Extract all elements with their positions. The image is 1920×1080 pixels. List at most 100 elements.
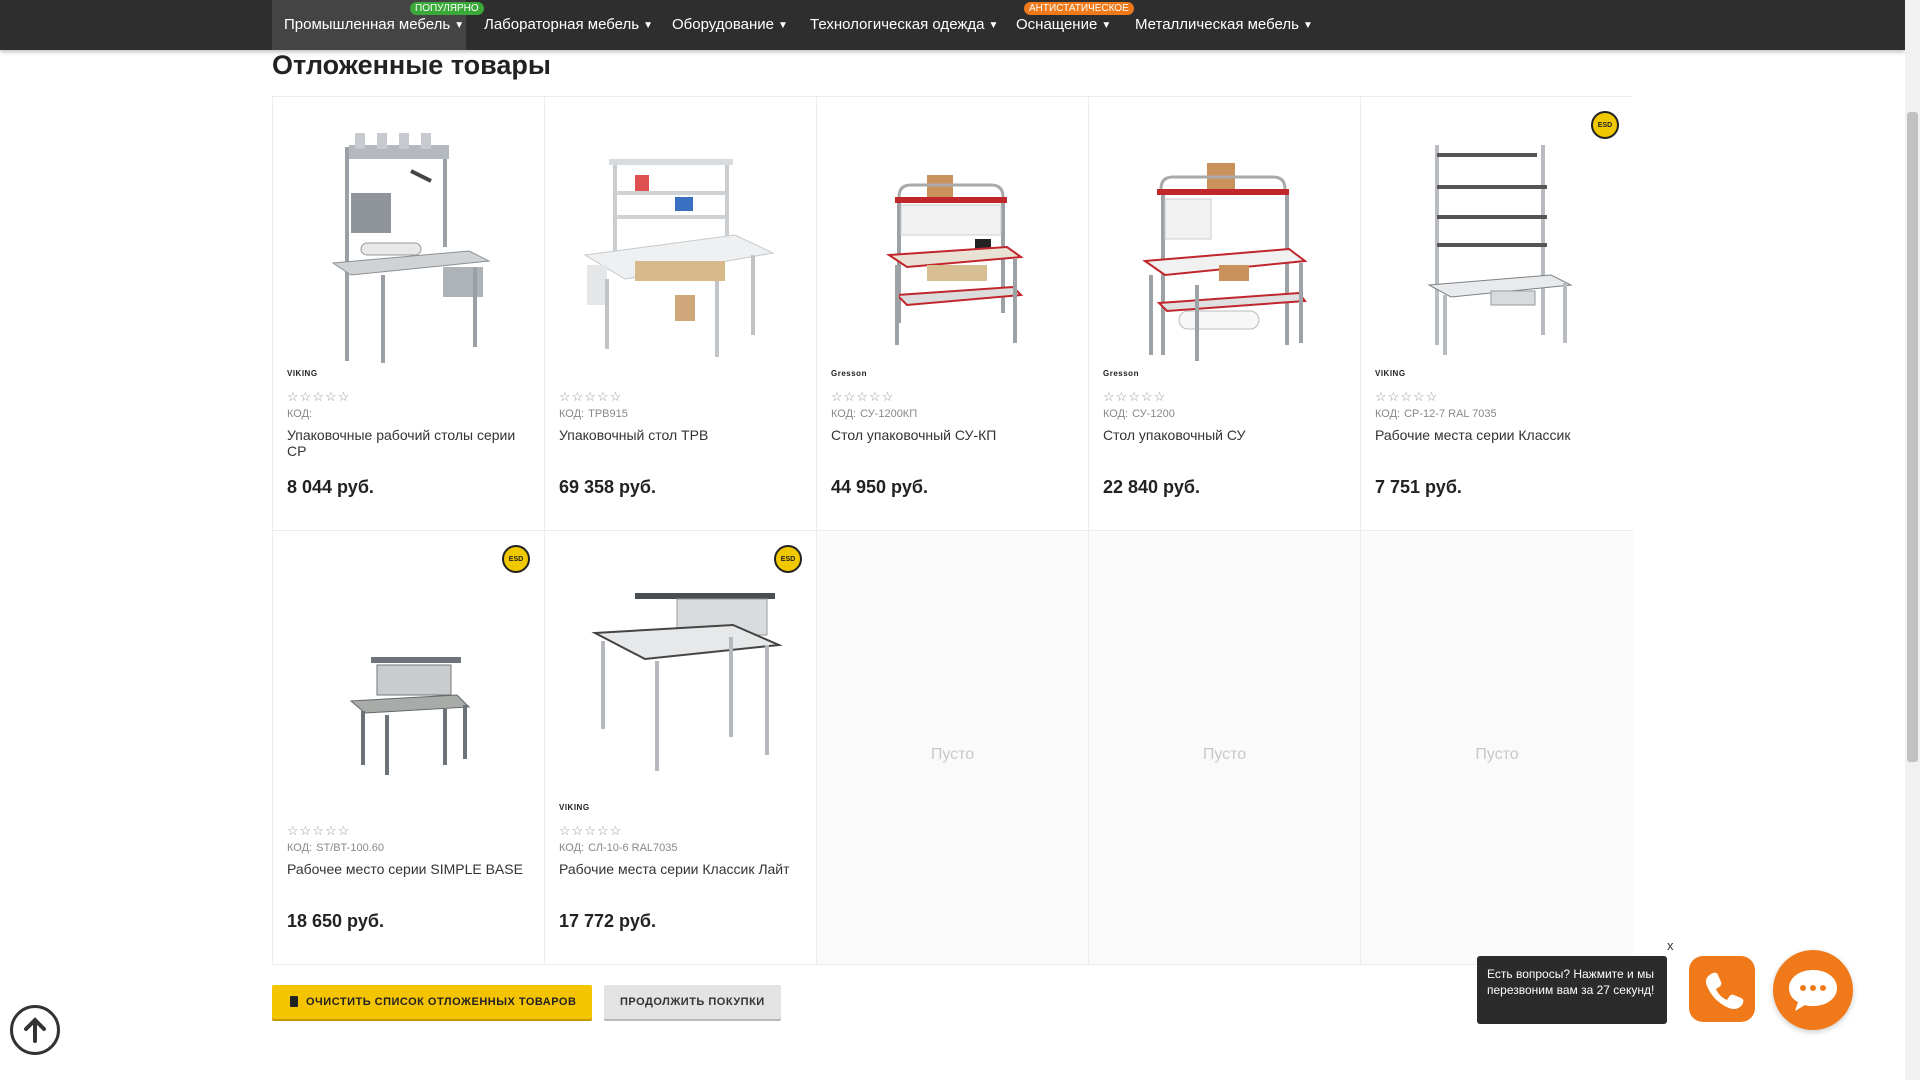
product-card[interactable]: ☆☆☆☆☆ КОД: TPB915 Упаковочный стол ТРВ 69… (545, 97, 817, 531)
continue-shopping-button[interactable]: Продолжить покупки (604, 985, 781, 1019)
code-label: КОД: (559, 842, 585, 854)
clear-deferred-list-button[interactable]: Очистить список отложенных товаров (272, 985, 593, 1019)
product-image[interactable] (565, 549, 797, 799)
product-title-link[interactable]: Рабочие места серии Классик Лайт (559, 861, 799, 877)
product-code: КОД: ST/BT-100.60 (287, 842, 384, 854)
close-tooltip-button[interactable]: x (1667, 938, 1674, 953)
nav-item-label: Промышленная мебель (284, 16, 451, 33)
empty-slot-label: Пусто (930, 746, 975, 763)
product-title-link[interactable]: Рабочее место серии SIMPLE BASE (287, 861, 527, 877)
product-card[interactable]: Gresson ☆☆☆☆☆ КОД: СУ-1200 Стол упаковочн… (1089, 97, 1361, 531)
code-value: СУ-1200КП (860, 408, 918, 420)
product-image[interactable] (837, 115, 1069, 365)
scroll-to-top-button[interactable] (10, 1005, 60, 1055)
product-code: КОД: СУ-1200КП (831, 408, 917, 420)
product-image[interactable] (1109, 115, 1341, 365)
popular-badge: ПОПУЛЯРНО (410, 2, 484, 15)
product-price: 18 650 руб. (287, 911, 384, 931)
chat-bubble-icon (1789, 970, 1837, 1011)
empty-slot: Пусто (1089, 531, 1361, 965)
product-code: КОД: (287, 408, 316, 420)
product-price: 44 950 руб. (831, 477, 928, 497)
product-price: 8 044 руб. (287, 477, 374, 497)
scrollbar-thumb[interactable] (1907, 112, 1918, 762)
rating-stars[interactable]: ☆☆☆☆☆ (559, 389, 622, 405)
product-code: КОД: СР-12-7 RAL 7035 (1375, 408, 1497, 420)
rating-stars[interactable]: ☆☆☆☆☆ (287, 389, 350, 405)
code-label: КОД: (831, 408, 857, 420)
nav-item-equipping[interactable]: Оснащение ▼ АНТИСТАТИЧЕСКОЕ (1016, 0, 1134, 50)
product-image[interactable] (1381, 115, 1613, 365)
product-card[interactable]: ESD ☆☆☆☆☆ КОД: ST/BT-100.60 Рабочее место… (273, 531, 545, 965)
empty-slot-label: Пусто (1202, 746, 1247, 763)
product-price: 7 751 руб. (1375, 477, 1462, 497)
page-title: Отложенные товары (272, 50, 551, 80)
arrow-up-circle-icon (24, 1017, 46, 1043)
code-label: КОД: (287, 842, 313, 854)
callback-tooltip: Есть вопросы? Нажмите и мы перезвоним ва… (1477, 956, 1667, 1024)
nav-item-metal-furniture[interactable]: Металлическая мебель ▼ (1135, 0, 1313, 50)
deferred-products-grid: VIKING ☆☆☆☆☆ КОД: Упаковочные рабочий ст… (272, 96, 1633, 965)
code-value: СР-12-7 RAL 7035 (1404, 408, 1497, 420)
brand-logo: VIKING (559, 803, 590, 812)
empty-slot: Пусто (1361, 531, 1633, 965)
product-card[interactable]: ESD VIKING ☆☆☆☆☆ КОД: СР-12-7 RAL 7035 Ра… (1361, 97, 1633, 531)
rating-stars[interactable]: ☆☆☆☆☆ (287, 823, 350, 839)
rating-stars[interactable]: ☆☆☆☆☆ (831, 389, 894, 405)
product-code: КОД: СЛ-10-6 RAL7035 (559, 842, 678, 854)
nav-item-equipment[interactable]: Оборудование ▼ (672, 0, 788, 50)
product-image[interactable] (293, 549, 525, 799)
code-value: СУ-1200 (1132, 408, 1175, 420)
empty-slot: Пусто (817, 531, 1089, 965)
product-title-link[interactable]: Упаковочный стол ТРВ (559, 427, 799, 443)
product-card[interactable]: ESD VIKING ☆☆☆☆☆ КОД: СЛ-10-6 RAL7035 Раб… (545, 531, 817, 965)
continue-button-label: Продолжить покупки (620, 996, 765, 1008)
chevron-down-icon: ▼ (778, 20, 788, 31)
code-value: ST/BT-100.60 (316, 842, 384, 854)
product-card[interactable]: VIKING ☆☆☆☆☆ КОД: Упаковочные рабочий ст… (273, 97, 545, 531)
product-price: 22 840 руб. (1103, 477, 1200, 497)
chevron-down-icon: ▼ (988, 20, 999, 31)
brand-logo: VIKING (1375, 369, 1406, 378)
nav-item-label: Технологическая одежда (810, 16, 985, 33)
code-label: КОД: (1375, 408, 1401, 420)
trash-icon (290, 996, 298, 1007)
nav-item-label: Металлическая мебель (1135, 16, 1299, 33)
empty-slot-label: Пусто (1475, 746, 1519, 763)
phone-icon (1706, 972, 1744, 1009)
nav-item-label: Оснащение (1016, 16, 1098, 33)
nav-item-label: Оборудование (672, 16, 775, 33)
page-scrollbar[interactable] (1905, 0, 1920, 1080)
chevron-down-icon: ▼ (1302, 20, 1313, 31)
product-title-link[interactable]: Рабочие места серии Классик (1375, 427, 1615, 443)
nav-item-lab-furniture[interactable]: Лабораторная мебель ▼ (484, 0, 653, 50)
code-label: КОД: (287, 408, 313, 420)
code-label: КОД: (559, 408, 585, 420)
product-title-link[interactable]: Стол упаковочный СУ (1103, 427, 1343, 443)
code-label: КОД: (1103, 408, 1129, 420)
clear-button-label: Очистить список отложенных товаров (306, 996, 577, 1008)
brand-logo: Gresson (1103, 369, 1139, 378)
product-code: КОД: СУ-1200 (1103, 408, 1175, 420)
chevron-down-icon: ▼ (643, 20, 654, 31)
product-title-link[interactable]: Стол упаковочный СУ-КП (831, 427, 1071, 443)
product-code: КОД: TPB915 (559, 408, 628, 420)
nav-item-workwear[interactable]: Технологическая одежда ▼ (810, 0, 998, 50)
rating-stars[interactable]: ☆☆☆☆☆ (1375, 389, 1438, 405)
top-navigation: Промышленная мебель ▼ ПОПУЛЯРНО Лаборатор… (0, 0, 1905, 50)
rating-stars[interactable]: ☆☆☆☆☆ (559, 823, 622, 839)
code-value: TPB915 (588, 408, 628, 420)
product-image[interactable] (293, 115, 525, 365)
product-image[interactable] (565, 115, 797, 365)
rating-stars[interactable]: ☆☆☆☆☆ (1103, 389, 1166, 405)
chat-button[interactable] (1773, 950, 1853, 1030)
callback-phone-button[interactable] (1689, 956, 1755, 1022)
product-price: 17 772 руб. (559, 911, 656, 931)
brand-logo: Gresson (831, 369, 867, 378)
product-title-link[interactable]: Упаковочные рабочий столы серии СР (287, 427, 527, 459)
product-card[interactable]: Gresson ☆☆☆☆☆ КОД: СУ-1200КП Стол упаково… (817, 97, 1089, 531)
antistatic-badge: АНТИСТАТИЧЕСКОЕ (1024, 2, 1134, 15)
nav-item-industrial-furniture[interactable]: Промышленная мебель ▼ ПОПУЛЯРНО (272, 0, 484, 50)
code-value: СЛ-10-6 RAL7035 (588, 842, 678, 854)
brand-logo: VIKING (287, 369, 318, 378)
